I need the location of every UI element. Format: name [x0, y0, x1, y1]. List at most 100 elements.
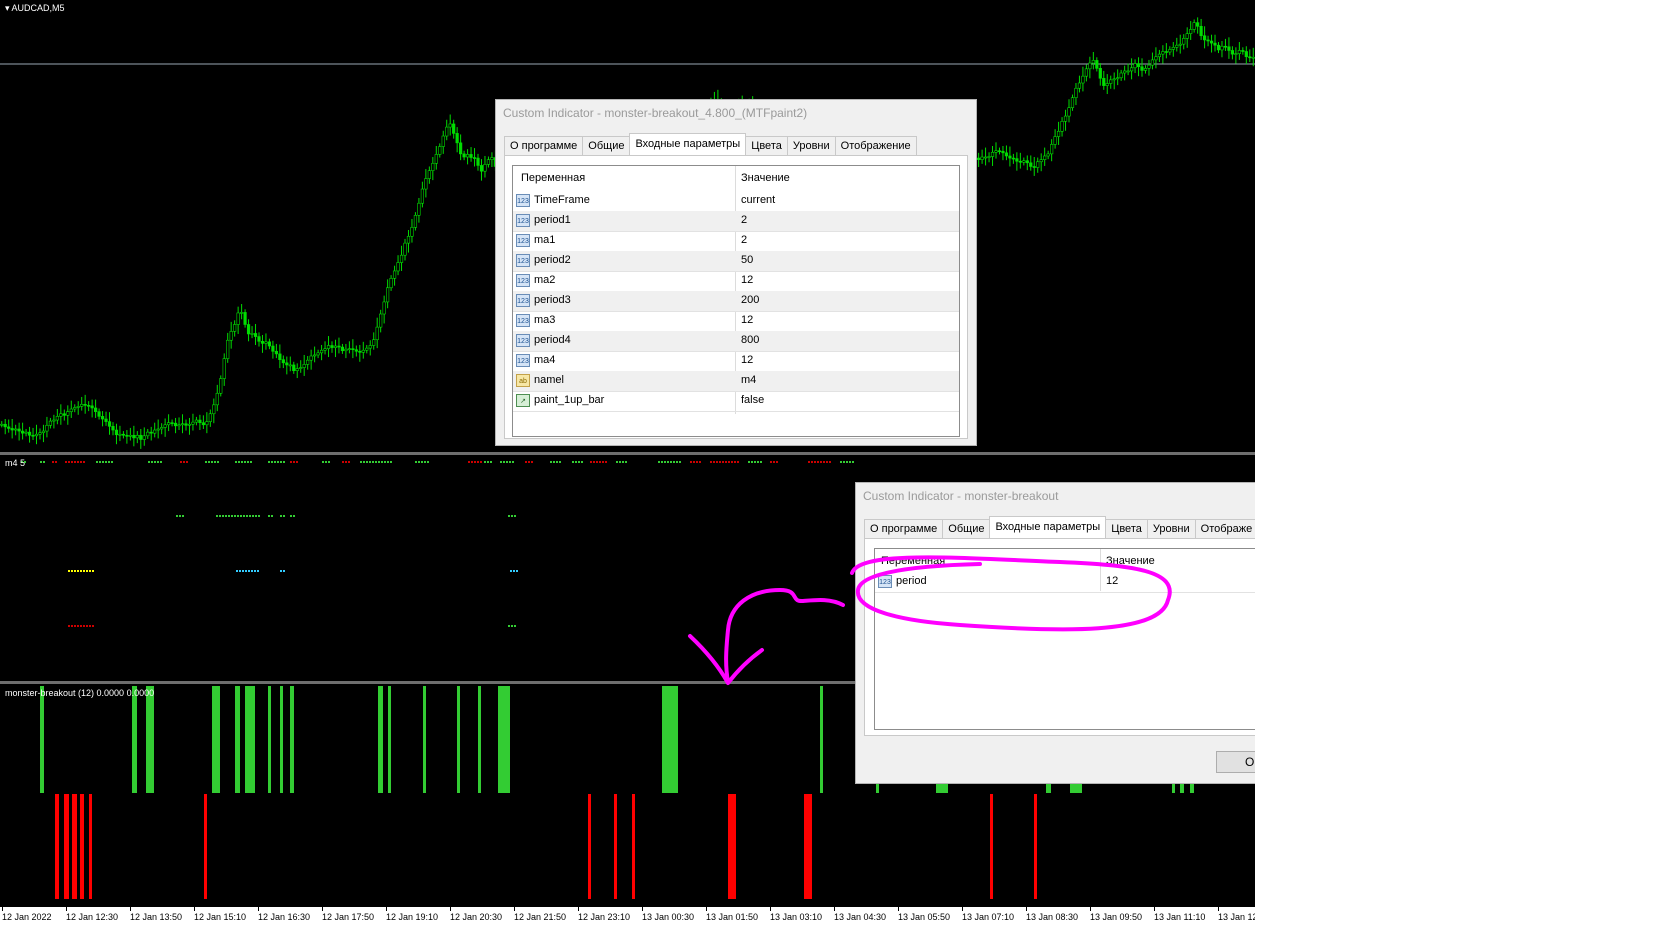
candle-body [250, 333, 254, 335]
candle-body [1237, 50, 1241, 54]
candle-body [1202, 35, 1207, 41]
param-value[interactable]: 800 [741, 334, 759, 346]
candle-body [146, 431, 150, 437]
indicator-dot [274, 461, 276, 463]
param-value[interactable]: false [741, 394, 764, 406]
number-type-icon: 123 [516, 294, 530, 307]
candle-body [100, 416, 105, 420]
candle-body [977, 157, 981, 160]
indicator-dot [770, 461, 772, 463]
indicator-dot [734, 461, 736, 463]
param-value[interactable]: 2 [741, 234, 747, 246]
tab-2[interactable]: Входные параметры [629, 133, 747, 155]
candle-body [194, 419, 199, 423]
indicator-dot [751, 461, 753, 463]
indicator-dot [83, 625, 85, 627]
candle-body [1102, 77, 1106, 86]
param-value[interactable]: current [741, 194, 775, 206]
histogram-bar-up [378, 686, 383, 793]
tab-5[interactable]: Отображение [834, 136, 917, 155]
col-value-header[interactable]: Значение [741, 172, 790, 184]
params-grid[interactable]: Переменная Значение 123 period 12 [874, 548, 1266, 730]
tab-0[interactable]: О программе [864, 519, 944, 538]
indicator-dot [280, 515, 282, 517]
candle-body [27, 431, 32, 436]
candle-body [83, 403, 87, 406]
tab-0[interactable]: О программе [504, 136, 584, 155]
candle-body [389, 277, 393, 289]
param-value[interactable]: 2 [741, 214, 747, 226]
candle-body [205, 421, 209, 426]
indicator-dot [255, 515, 257, 517]
time-axis-label: 13 Jan 03:10 [770, 912, 823, 922]
param-row[interactable]: 123period12 [875, 572, 1266, 593]
tab-5[interactable]: Отображе [1194, 519, 1259, 538]
param-row[interactable]: ↗ paint_1up_bar false [513, 391, 959, 412]
candle-body [97, 411, 101, 417]
indicator-dot [510, 570, 512, 572]
candle-body [94, 407, 98, 412]
param-name: namel [534, 374, 564, 386]
candle-body [382, 301, 386, 315]
param-row[interactable]: ab namel m4 [513, 371, 959, 392]
candle-body [987, 156, 991, 158]
param-row[interactable]: 123 ma3 12 [513, 311, 959, 332]
tab-3[interactable]: Цвета [1105, 519, 1148, 538]
tab-1[interactable]: Общие [582, 136, 631, 155]
tab-3[interactable]: Цвета [745, 136, 788, 155]
indicator-dot [111, 461, 113, 463]
indicator-dot [80, 461, 82, 463]
indicator-dot [342, 461, 344, 463]
param-row[interactable]: 123period12 [513, 211, 959, 232]
candle-body [153, 429, 157, 434]
param-value[interactable]: 12 [1106, 575, 1118, 587]
time-axis-label: 13 Jan 11:10 [1154, 912, 1206, 922]
histogram-bar-up [268, 686, 271, 793]
indicator-dot [514, 515, 516, 517]
param-value[interactable]: 12 [741, 274, 753, 286]
indicator-dot [71, 570, 73, 572]
param-value[interactable]: 12 [741, 354, 753, 366]
indicator-dot [247, 461, 249, 463]
chart-area[interactable]: ▾ AUDCAD,M5 m4 5 monster-breakout (12) 0… [0, 0, 1267, 934]
indicator-dot [484, 461, 486, 463]
indicator-dot [271, 461, 273, 463]
indicator-dot [578, 461, 580, 463]
time-axis-label: 12 Jan 20:30 [450, 912, 503, 922]
time-axis-tick [578, 907, 579, 911]
param-row[interactable]: 123 ma2 12 [513, 271, 959, 292]
param-row[interactable]: 123 ma1 2 [513, 231, 959, 252]
param-value[interactable]: 200 [741, 294, 759, 306]
col-value-header[interactable]: Значение [1106, 555, 1155, 567]
indicator-dot [68, 625, 70, 627]
tab-2[interactable]: Входные параметры [989, 516, 1107, 538]
param-row[interactable]: 123 ma4 12 [513, 351, 959, 372]
candle-body [427, 170, 431, 179]
indicator-dot [231, 515, 233, 517]
candle-body [1056, 131, 1061, 137]
param-value[interactable]: 50 [741, 254, 753, 266]
col-variable-header[interactable]: Переменная [881, 555, 945, 567]
param-row[interactable]: 123 period3 200 [513, 291, 959, 312]
tab-1[interactable]: Общие [942, 519, 991, 538]
params-grid[interactable]: Переменная Значение 123 TimeFrame current 1… [512, 165, 960, 437]
param-row[interactable]: 123 period2 50 [513, 251, 959, 272]
tab-4[interactable]: Уровни [786, 136, 836, 155]
candle-body [1053, 136, 1057, 145]
candle-body [490, 157, 494, 160]
param-value[interactable]: 12 [741, 314, 753, 326]
col-variable-header[interactable]: Переменная [521, 172, 585, 184]
param-row[interactable]: 123 TimeFrame current [513, 191, 959, 212]
histogram-bar-down [588, 794, 591, 899]
tab-4[interactable]: Уровни [1146, 519, 1196, 538]
candle-body [1032, 166, 1036, 168]
collapse-triangle-icon[interactable]: ▾ [5, 3, 10, 13]
indicator-dot [55, 461, 57, 463]
indicator-dialog[interactable]: Custom Indicator - monster-breakout О пр… [855, 482, 1267, 784]
time-axis-label: 13 Jan 00:30 [642, 912, 695, 922]
param-value[interactable]: m4 [741, 374, 756, 386]
candle-body [431, 163, 435, 171]
param-row[interactable]: 123 period4 800 [513, 331, 959, 352]
indicator-dialog-mtf[interactable]: Custom Indicator - monster-breakout_4.80… [495, 99, 977, 446]
indicator-dot [511, 625, 513, 627]
